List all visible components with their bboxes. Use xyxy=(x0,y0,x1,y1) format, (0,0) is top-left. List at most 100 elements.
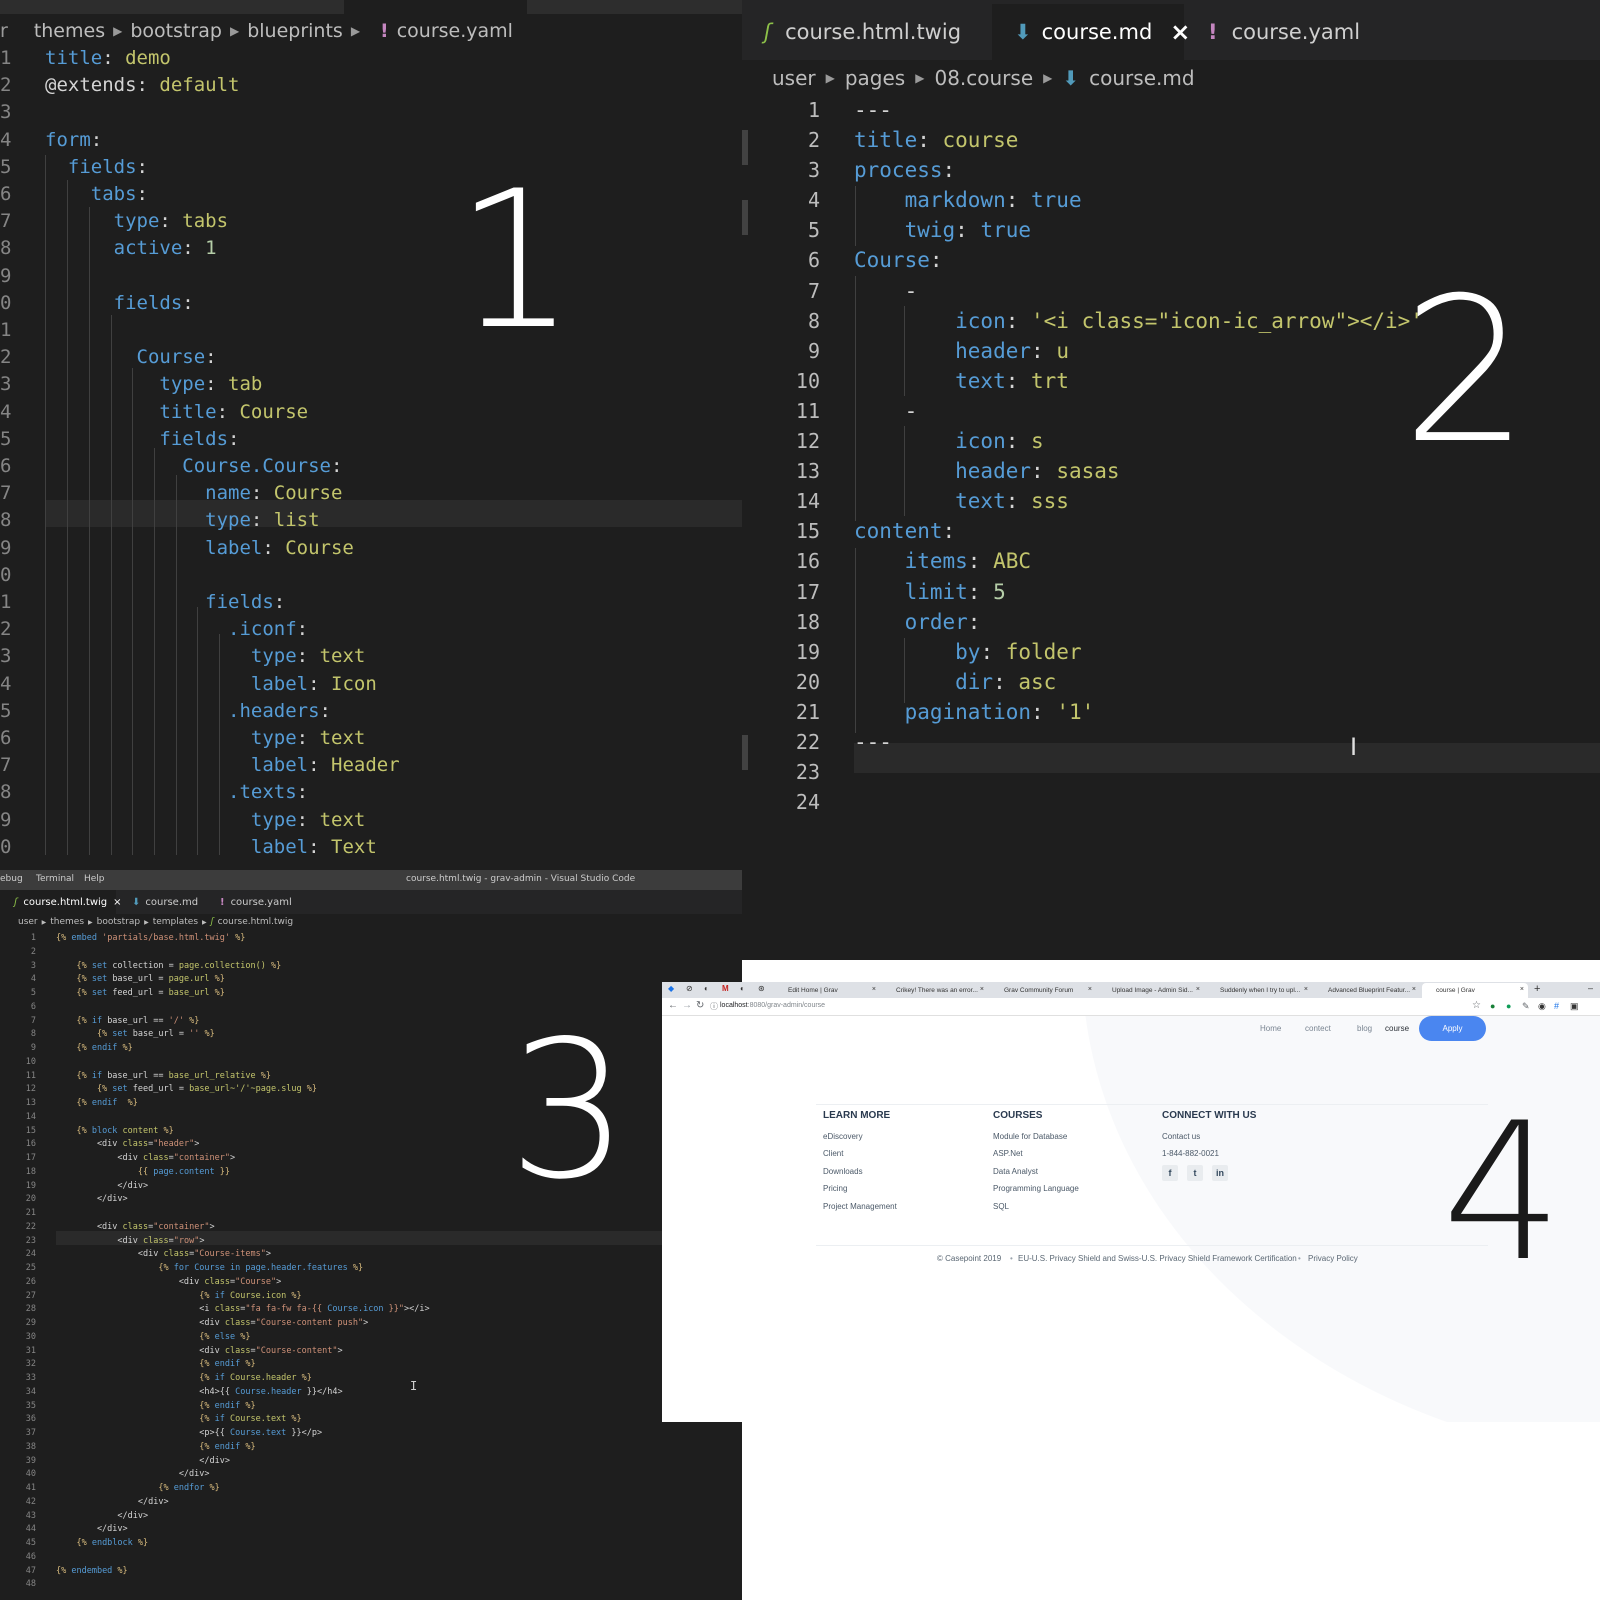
code-line[interactable]: {% set base_url = page.url %} xyxy=(56,973,430,987)
code-line[interactable]: label: Course xyxy=(45,535,400,562)
pinned-tab-icon[interactable]: ◐ xyxy=(740,984,745,993)
code-line[interactable]: type: text xyxy=(45,725,400,752)
extension-icon[interactable]: ▣ xyxy=(1570,1001,1579,1012)
code-line[interactable]: {% endif %} xyxy=(56,1400,430,1414)
close-icon[interactable]: × xyxy=(1088,986,1092,993)
code-line[interactable]: title: course xyxy=(854,125,1423,155)
nav-link-course[interactable]: course xyxy=(1385,1024,1409,1033)
breadcrumb-item[interactable]: course.html.twig xyxy=(218,917,293,927)
code-line[interactable]: Course: xyxy=(45,344,400,371)
code-line[interactable]: --- xyxy=(854,95,1423,125)
code-line[interactable]: fields: xyxy=(45,426,400,453)
close-icon[interactable]: × xyxy=(980,986,984,993)
close-icon[interactable]: × xyxy=(1412,986,1416,993)
nav-link-blog[interactable]: blog xyxy=(1357,1024,1372,1033)
code-line[interactable]: limit: 5 xyxy=(854,577,1423,607)
extension-icon[interactable]: ◉ xyxy=(1538,1001,1546,1012)
breadcrumb-item[interactable]: themes xyxy=(50,917,84,927)
linkedin-icon[interactable]: in xyxy=(1212,1165,1228,1181)
code-line[interactable]: label: Header xyxy=(45,752,400,779)
code-line[interactable]: type: list xyxy=(45,507,400,534)
code-line[interactable]: {% block content %} xyxy=(56,1125,430,1139)
code-line[interactable]: {% if base_url == base_url_relative %} xyxy=(56,1070,430,1084)
code-editor[interactable]: --- title: course process: markdown: true … xyxy=(854,95,1423,817)
browser-tab[interactable]: Suddenly when I try to upl... × xyxy=(1206,983,1312,998)
breadcrumb-item[interactable]: user xyxy=(772,66,816,90)
tab-course-html-twig[interactable]: ʃ course.html.twig × xyxy=(0,890,122,914)
code-line[interactable] xyxy=(56,1111,430,1125)
breadcrumb-item[interactable]: blueprints xyxy=(247,20,343,42)
code-line[interactable]: {% endif %} xyxy=(56,1097,430,1111)
code-line[interactable]: {% set feed_url = base_url~'/'~page.slug… xyxy=(56,1083,430,1097)
menu-item-terminal[interactable]: Terminal xyxy=(36,874,74,884)
code-line[interactable] xyxy=(854,787,1423,817)
code-line[interactable] xyxy=(56,1001,430,1015)
scrollbar-marker[interactable] xyxy=(742,735,748,770)
footer-link[interactable]: Programming Language xyxy=(993,1184,1079,1193)
code-line[interactable]: process: xyxy=(854,155,1423,185)
code-line[interactable]: type: tabs xyxy=(45,208,400,235)
reload-icon[interactable]: ↻ xyxy=(696,1000,704,1011)
code-line[interactable]: </div> xyxy=(56,1496,430,1510)
scrollbar-marker[interactable] xyxy=(742,130,748,165)
breadcrumb-item[interactable]: templates xyxy=(153,917,198,927)
code-line[interactable]: type: text xyxy=(45,807,400,834)
code-line[interactable]: active: 1 xyxy=(45,235,400,262)
privacy-policy-link[interactable]: Privacy Policy xyxy=(1308,1254,1358,1263)
breadcrumb-item[interactable]: course.md xyxy=(1089,66,1194,90)
code-line[interactable]: {% else %} xyxy=(56,1331,430,1345)
code-line[interactable]: tabs: xyxy=(45,181,400,208)
code-line[interactable]: dir: asc xyxy=(854,667,1423,697)
code-line[interactable]: Course.Course: xyxy=(45,453,400,480)
breadcrumb-item[interactable]: 08.course xyxy=(934,66,1033,90)
footer-link[interactable]: eDiscovery xyxy=(823,1132,863,1141)
code-line[interactable] xyxy=(56,946,430,960)
pinned-tab-icon[interactable]: ◐ xyxy=(704,984,709,993)
footer-link[interactable]: ASP.Net xyxy=(993,1149,1023,1158)
code-line[interactable]: <div class="container"> xyxy=(56,1152,430,1166)
code-line[interactable]: {% if Course.text %} xyxy=(56,1413,430,1427)
menu-item-debug[interactable]: ebug xyxy=(0,874,23,884)
minimize-icon[interactable]: – xyxy=(1588,983,1593,993)
breadcrumb-item[interactable]: bootstrap xyxy=(97,917,140,927)
code-line[interactable]: {% endif %} xyxy=(56,1042,430,1056)
code-line[interactable]: <div class="Course-items"> xyxy=(56,1248,430,1262)
code-line[interactable] xyxy=(45,99,400,126)
code-line[interactable] xyxy=(45,317,400,344)
code-editor[interactable]: title: demo @extends: default form: field… xyxy=(45,45,400,861)
code-line[interactable]: {% if Course.header %} xyxy=(56,1372,430,1386)
code-line[interactable]: title: demo xyxy=(45,45,400,72)
code-line[interactable]: Course: xyxy=(854,245,1423,275)
close-icon[interactable]: × xyxy=(1520,986,1524,993)
extension-icon[interactable]: # xyxy=(1554,1001,1559,1011)
code-line[interactable]: </div> xyxy=(56,1455,430,1469)
code-line[interactable]: {{ page.content }} xyxy=(56,1166,430,1180)
code-line[interactable]: {% embed 'partials/base.html.twig' %} xyxy=(56,932,430,946)
browser-tab[interactable]: Edit Home | Grav × xyxy=(774,983,880,998)
twitter-icon[interactable]: t xyxy=(1187,1165,1203,1181)
close-icon[interactable]: × xyxy=(872,986,876,993)
code-line[interactable]: content: xyxy=(854,516,1423,546)
breadcrumb-item[interactable]: user xyxy=(18,917,38,927)
code-line[interactable]: <h4>{{ Course.header }}</h4> xyxy=(56,1386,430,1400)
code-line[interactable]: type: tab xyxy=(45,371,400,398)
code-line[interactable]: <div class="row"> xyxy=(56,1235,430,1249)
code-line[interactable]: twig: true xyxy=(854,215,1423,245)
footer-link[interactable]: Module for Database xyxy=(993,1132,1067,1141)
code-line[interactable]: fields: xyxy=(45,589,400,616)
nav-link-home[interactable]: Home xyxy=(1260,1024,1281,1033)
code-line[interactable]: </div> xyxy=(56,1180,430,1194)
tab-course-html-twig[interactable]: ʃ course.html.twig xyxy=(742,4,990,60)
code-line[interactable]: --- xyxy=(854,727,1423,757)
code-line[interactable]: {% if base_url == '/' %} xyxy=(56,1015,430,1029)
code-line[interactable] xyxy=(45,562,400,589)
code-line[interactable]: items: ABC xyxy=(854,546,1423,576)
code-line[interactable] xyxy=(56,1207,430,1221)
browser-tab[interactable]: Grav Community Forum × xyxy=(990,983,1096,998)
privacy-shield-link[interactable]: EU-U.S. Privacy Shield and Swiss-U.S. Pr… xyxy=(1018,1254,1297,1263)
code-line[interactable]: name: Course xyxy=(45,480,400,507)
menu-item-help[interactable]: Help xyxy=(84,874,105,884)
code-line[interactable] xyxy=(854,757,1423,787)
tab-course-md[interactable]: ⬇ course.md × xyxy=(992,4,1190,60)
code-line[interactable]: title: Course xyxy=(45,399,400,426)
